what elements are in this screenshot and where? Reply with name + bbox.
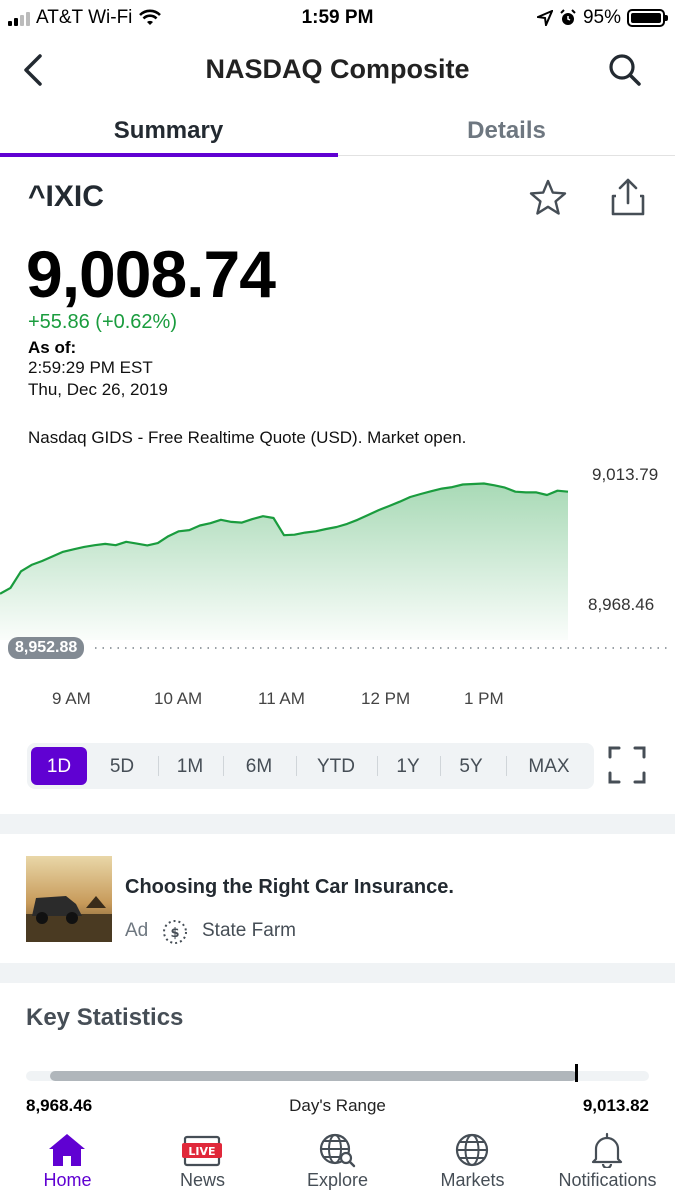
x-tick-label: 1 PM xyxy=(464,689,504,708)
as-of-date: Thu, Dec 26, 2019 xyxy=(28,380,168,399)
range-5y-button[interactable]: 5Y xyxy=(441,747,501,785)
as-of-label: As of: xyxy=(28,338,77,357)
markets-globe-icon xyxy=(455,1133,489,1167)
explore-globe-icon xyxy=(319,1133,356,1168)
ad-label: Ad xyxy=(125,920,149,941)
tab-summary[interactable]: Summary xyxy=(0,104,338,157)
days-range-marker xyxy=(575,1064,578,1082)
tabbar-item-explore[interactable]: Explore xyxy=(270,1124,405,1200)
range-5d-button[interactable]: 5D xyxy=(93,747,151,785)
battery-percent: 95% xyxy=(582,7,621,28)
tabbar-label: Markets xyxy=(440,1170,505,1190)
alarm-icon xyxy=(560,9,576,25)
price-change: +55.86 (+0.62%) xyxy=(28,311,177,333)
ad-sponsor: State Farm xyxy=(202,920,296,941)
tabbar-label: Home xyxy=(43,1170,92,1190)
page-title: NASDAQ Composite xyxy=(205,54,470,84)
tabbar-label: News xyxy=(179,1170,225,1190)
fullscreen-icon[interactable] xyxy=(607,745,647,785)
tabbar-item-news[interactable]: LIVE News xyxy=(135,1124,270,1200)
chart-high-label: 9,013.79 xyxy=(592,465,659,484)
chart-area xyxy=(0,483,568,640)
chart-low-label: 8,968.46 xyxy=(588,595,655,614)
chart-svg xyxy=(0,482,670,649)
days-range-high: 9,013.82 xyxy=(582,1096,649,1115)
intraday-chart[interactable]: 9,013.79 8,968.46 8,952.88 9 AM 10 AM 11… xyxy=(0,455,675,720)
status-bar: AT&T Wi-Fi 1:59 PM 95% xyxy=(0,0,675,36)
range-1y-button[interactable]: 1Y xyxy=(379,747,437,785)
range-ytd-button[interactable]: YTD xyxy=(303,747,369,785)
nav-header: NASDAQ Composite xyxy=(0,40,675,100)
home-icon xyxy=(49,1134,85,1166)
sponsor-logo-icon: $ xyxy=(163,920,187,944)
ticker-symbol: ^IXIC xyxy=(28,180,104,213)
bell-icon xyxy=(591,1132,623,1168)
bottom-tab-bar: Home LIVE News Explore Markets Notificat… xyxy=(0,1124,675,1200)
section-divider xyxy=(0,963,675,983)
range-1d-button[interactable]: 1D xyxy=(31,747,87,785)
tabbar-label: Explore xyxy=(306,1170,369,1190)
svg-text:LIVE: LIVE xyxy=(188,1145,215,1158)
previous-close-badge: 8,952.88 xyxy=(8,637,85,659)
segment-tabs: Summary Details xyxy=(0,104,675,157)
days-range-fill xyxy=(50,1071,577,1081)
tabbar-label: Notifications xyxy=(558,1170,657,1190)
status-right: 95% xyxy=(536,7,668,29)
x-tick-label: 9 AM xyxy=(52,689,91,708)
tabbar-item-markets[interactable]: Markets xyxy=(405,1124,540,1200)
watchlist-star-icon[interactable] xyxy=(528,178,568,218)
svg-text:$: $ xyxy=(170,926,179,941)
share-icon[interactable] xyxy=(608,176,648,218)
x-tick-label: 12 PM xyxy=(361,689,411,708)
section-divider xyxy=(0,814,675,834)
current-price: 9,008.74 xyxy=(26,237,276,311)
range-selector: 1D 5D 1M 6M YTD 1Y 5Y MAX xyxy=(27,743,594,789)
x-tick-label: 10 AM xyxy=(154,689,203,708)
search-icon[interactable] xyxy=(605,50,645,90)
market-note: Nasdaq GIDS - Free Realtime Quote (USD).… xyxy=(28,428,467,447)
x-tick-label: 11 AM xyxy=(258,689,305,708)
live-news-icon: LIVE xyxy=(182,1135,222,1167)
location-icon xyxy=(536,10,553,26)
key-statistics-title: Key Statistics xyxy=(26,1004,184,1031)
range-6m-button[interactable]: 6M xyxy=(229,747,289,785)
ad-title[interactable]: Choosing the Right Car Insurance. xyxy=(125,876,454,899)
tabbar-item-notifications[interactable]: Notifications xyxy=(540,1124,675,1200)
days-range-label: Day's Range xyxy=(289,1096,386,1115)
tabbar-item-home[interactable]: Home xyxy=(0,1124,135,1200)
battery-icon xyxy=(627,9,668,27)
tab-details[interactable]: Details xyxy=(338,104,675,156)
range-max-button[interactable]: MAX xyxy=(513,747,585,785)
range-1m-button[interactable]: 1M xyxy=(161,747,219,785)
as-of-time: 2:59:29 PM EST xyxy=(28,358,153,377)
ad-image[interactable] xyxy=(26,856,112,942)
